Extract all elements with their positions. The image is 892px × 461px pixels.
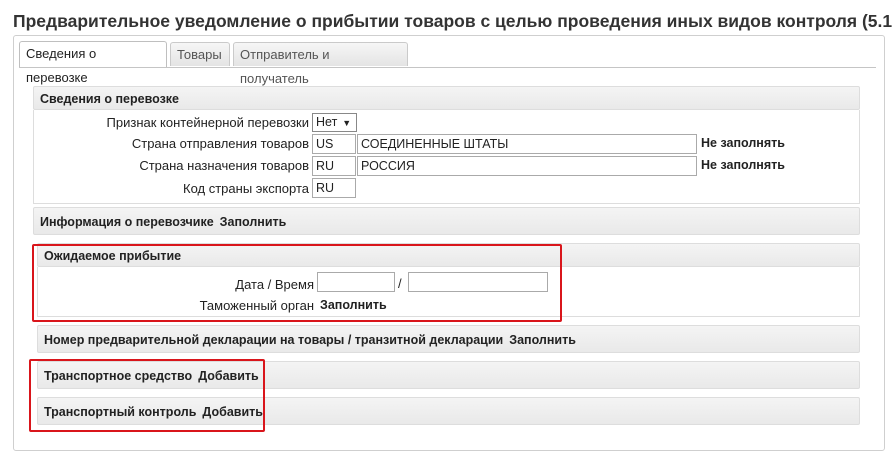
departure-skip-link[interactable]: Не заполнять [701, 136, 785, 150]
declaration-label: Номер предварительной декларации на това… [44, 333, 504, 347]
section-header-carrier: Информация о перевозчике Заполнить [33, 207, 860, 235]
departure-label: Страна отправления товаров [131, 136, 309, 151]
carrier-label: Информация о перевозчике [40, 215, 214, 229]
container-select-value: Нет [316, 115, 338, 129]
page-title: Предварительное уведомление о прибытии т… [13, 11, 892, 31]
section-header-declaration: Номер предварительной декларации на това… [37, 325, 860, 353]
tab-transport-info[interactable]: Сведения о перевозке [19, 41, 167, 85]
section-header-transport-info: Сведения о перевозке [33, 86, 860, 110]
chevron-down-icon: ▼ [342, 118, 352, 128]
tab-bar: Сведения о перевозке Товары Отправитель … [19, 41, 876, 86]
declaration-fill-link[interactable]: Заполнить [509, 333, 576, 347]
carrier-fill-link[interactable]: Заполнить [220, 215, 287, 229]
destination-code-input[interactable]: RU [312, 156, 356, 176]
arrival-highlight-box [32, 244, 562, 322]
departure-code-input[interactable]: US [312, 134, 356, 154]
destination-name-input[interactable]: РОССИЯ [357, 156, 697, 176]
export-code-input[interactable]: RU [312, 178, 356, 198]
departure-name-input[interactable]: СОЕДИНЕННЫЕ ШТАТЫ [357, 134, 697, 154]
container-label: Признак контейнерной перевозки [106, 115, 309, 130]
container-select[interactable]: Нет ▼ [312, 113, 357, 132]
destination-label: Страна назначения товаров [139, 158, 309, 173]
section-title: Сведения о перевозке [40, 92, 179, 106]
tab-sender-receiver[interactable]: Отправитель и получатель [233, 42, 408, 86]
vehicle-highlight-box [29, 359, 265, 432]
tab-goods[interactable]: Товары [170, 42, 230, 66]
export-label: Код страны экспорта [183, 181, 309, 196]
destination-skip-link[interactable]: Не заполнять [701, 158, 785, 172]
